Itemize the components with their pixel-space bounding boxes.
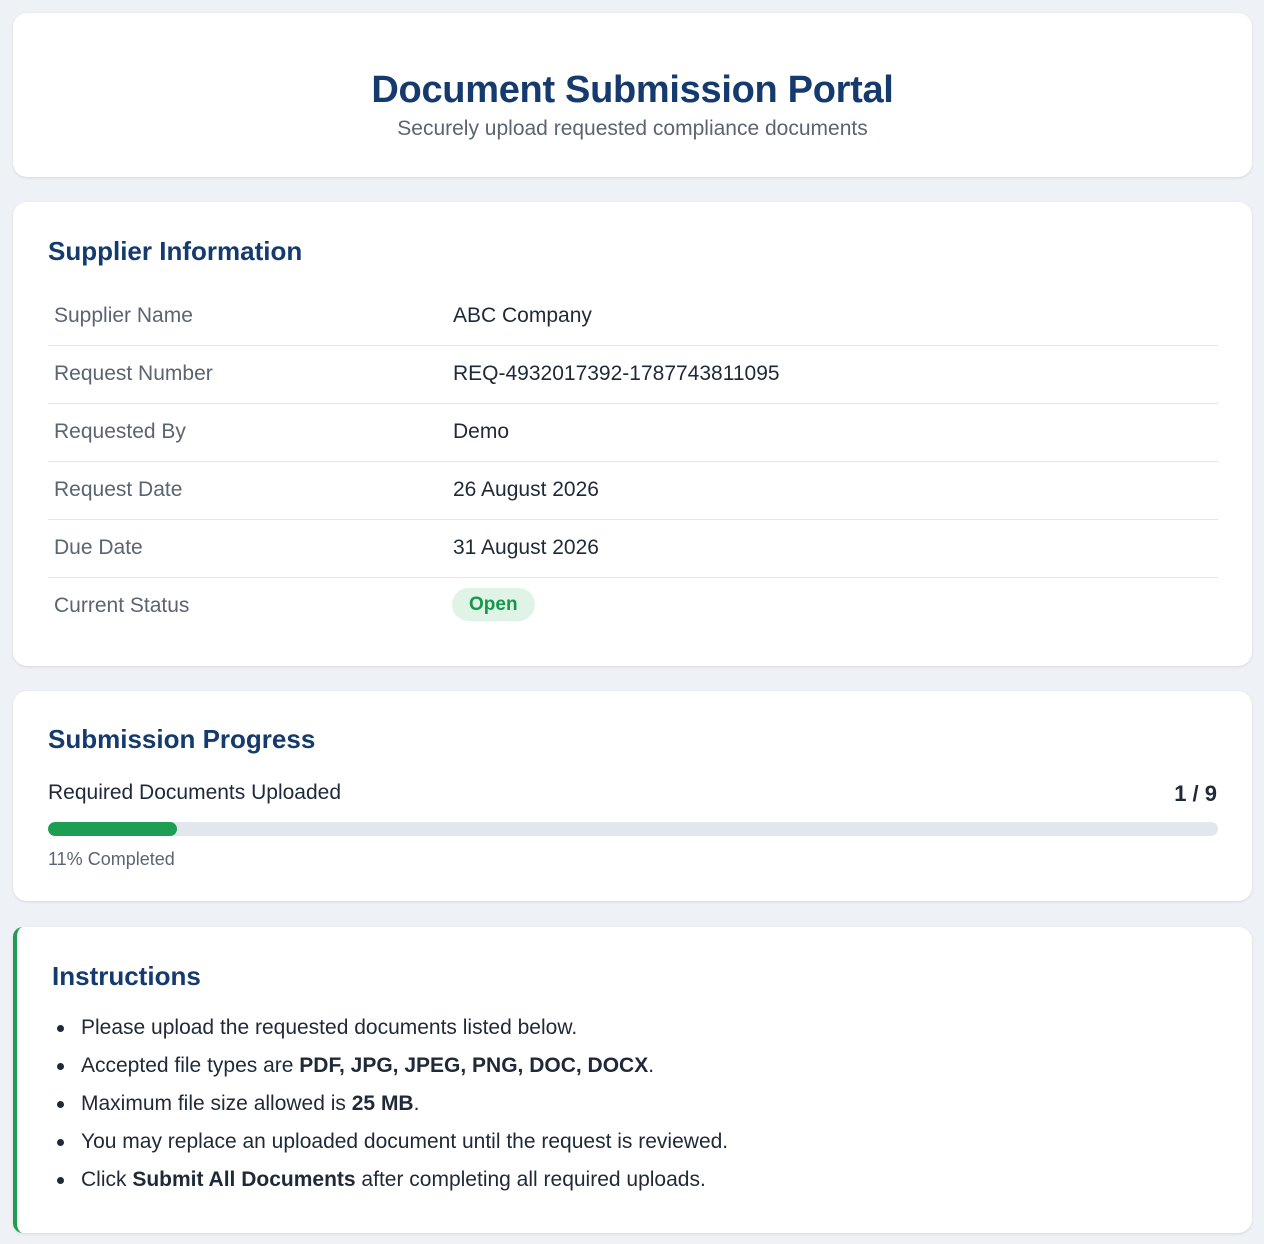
info-row-request-number: Request Number REQ-4932017392-1787743811… [48, 346, 1218, 404]
instruction-text: Click [81, 1168, 133, 1191]
instructions-list: Please upload the requested documents li… [52, 1011, 728, 1201]
instructions-card: Instructions Please upload the requested… [13, 927, 1252, 1233]
supplier-name-value: ABC Company [453, 304, 592, 327]
instruction-item: Click Submit All Documents after complet… [52, 1163, 728, 1201]
instruction-text: . [648, 1054, 655, 1077]
instruction-text: . [413, 1092, 420, 1115]
info-row-due-date: Due Date 31 August 2026 [48, 520, 1218, 578]
submission-progress-card: Submission Progress Required Documents U… [13, 691, 1252, 901]
request-date-value: 26 August 2026 [453, 478, 599, 501]
progress-bar-fill [48, 822, 177, 836]
instruction-item: Accepted file types are PDF, JPG, JPEG, … [52, 1049, 728, 1087]
info-label: Current Status [54, 594, 190, 617]
supplier-info-table: Supplier Name ABC Company Request Number… [48, 288, 1218, 636]
info-label: Due Date [54, 536, 143, 559]
info-label: Requested By [54, 420, 186, 443]
progress-bar [48, 822, 1218, 836]
page-subtitle: Securely upload requested compliance doc… [397, 117, 868, 140]
progress-percent: 11% Completed [48, 849, 175, 869]
supplier-section-title: Supplier Information [48, 236, 303, 266]
progress-label: Required Documents Uploaded [48, 781, 342, 804]
instruction-item: Please upload the requested documents li… [52, 1011, 728, 1049]
info-row-requested-by: Requested By Demo [48, 404, 1218, 462]
page-title: Document Submission Portal [371, 69, 894, 111]
info-row-supplier-name: Supplier Name ABC Company [48, 288, 1218, 346]
info-row-request-date: Request Date 26 August 2026 [48, 462, 1218, 520]
info-label: Supplier Name [54, 304, 193, 327]
instruction-emphasis: PDF, JPG, JPEG, PNG, DOC, DOCX [299, 1054, 649, 1077]
progress-section-title: Submission Progress [48, 724, 316, 754]
requested-by-value: Demo [453, 420, 510, 443]
instructions-section-title: Instructions [52, 961, 201, 991]
instruction-text: Accepted file types are [81, 1054, 300, 1077]
instruction-text: after completing all required uploads. [355, 1168, 706, 1191]
request-number-value: REQ-4932017392-1787743811095 [453, 362, 780, 385]
instruction-text: Maximum file size allowed is [81, 1092, 352, 1115]
info-label: Request Number [54, 362, 213, 385]
info-row-current-status: Current Status Open [48, 578, 1218, 636]
info-label: Request Date [54, 478, 183, 501]
header-card: Document Submission Portal Securely uplo… [13, 13, 1252, 177]
instruction-text: You may replace an uploaded document unt… [81, 1130, 729, 1153]
instruction-item: Maximum file size allowed is 25 MB. [52, 1087, 728, 1125]
instruction-text: Please upload the requested documents li… [81, 1016, 578, 1039]
status-badge: Open [452, 588, 535, 621]
due-date-value: 31 August 2026 [453, 536, 599, 559]
instruction-item: You may replace an uploaded document unt… [52, 1125, 728, 1163]
instruction-emphasis: Submit All Documents [132, 1168, 356, 1191]
progress-count: 1 / 9 [1174, 781, 1217, 806]
instruction-emphasis: 25 MB [351, 1092, 414, 1115]
supplier-information-card: Supplier Information Supplier Name ABC C… [13, 202, 1252, 666]
